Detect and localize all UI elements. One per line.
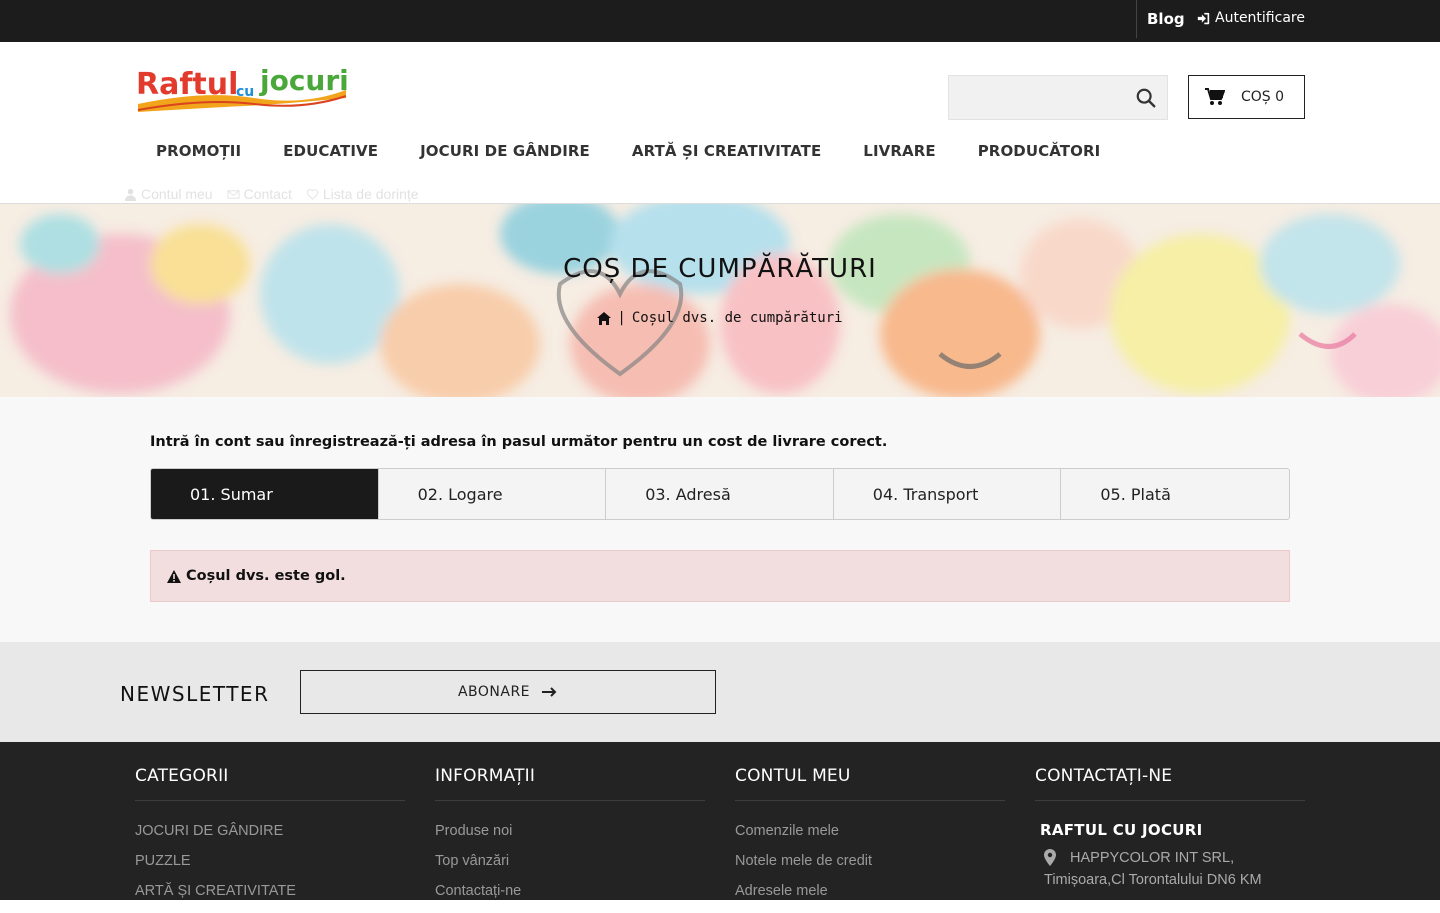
step-address[interactable]: 03. Adresă: [606, 469, 834, 519]
address-line-2: Timișoara,Cl Torontalului DN6 KM: [1044, 872, 1262, 888]
step-summary[interactable]: 01. Sumar: [151, 469, 379, 519]
topbar-divider: [1136, 0, 1137, 38]
user-icon: [124, 188, 137, 201]
breadcrumb: | Coșul dvs. de cumpărături: [0, 310, 1440, 326]
footer-link[interactable]: ARTĂ ȘI CREATIVITATE: [135, 883, 405, 913]
arrow-right-icon: [542, 687, 557, 697]
footer: CATEGORII JOCURI DE GÂNDIRE PUZZLE ARTĂ …: [0, 742, 1440, 900]
banner-overlay: [0, 204, 1440, 397]
footer-contact-title: CONTACTAȚI-NE: [1035, 766, 1305, 801]
footer-link[interactable]: Notele mele de credit: [735, 853, 1005, 883]
nav-producatori[interactable]: PRODUCĂTORI: [978, 142, 1101, 160]
nav-educative[interactable]: EDUCATIVE: [283, 142, 378, 160]
footer-information-title: INFORMAȚII: [435, 766, 705, 801]
contact-link-label: Contact: [243, 186, 292, 202]
top-bar: Blog Autentificare: [0, 0, 1440, 42]
page-banner: COȘ DE CUMPĂRĂTURI | Coșul dvs. de cumpă…: [0, 204, 1440, 397]
blog-link[interactable]: Blog: [1147, 10, 1185, 28]
header: Raftul cu jocuri COȘ 0 PROMOȚII EDUCATIV…: [0, 42, 1440, 204]
page-title: COȘ DE CUMPĂRĂTURI: [563, 254, 877, 284]
footer-link[interactable]: Top vânzări: [435, 853, 705, 883]
nav-promotii[interactable]: PROMOȚII: [156, 142, 241, 160]
step-login[interactable]: 02. Logare: [379, 469, 607, 519]
sign-in-icon: [1197, 12, 1210, 24]
account-link[interactable]: Contul meu: [124, 186, 213, 202]
company-name: RAFTUL CU JOCURI: [1040, 821, 1203, 839]
secondary-links: Contul meu Contact Lista de dorințe: [124, 186, 419, 202]
empty-cart-alert: Coșul dvs. este gol.: [150, 550, 1290, 602]
nav-jocuri-de-gandire[interactable]: JOCURI DE GÂNDIRE: [420, 142, 590, 160]
login-link[interactable]: Autentificare: [1197, 10, 1305, 26]
cart-label: COȘ 0: [1241, 89, 1285, 105]
cart-content: Intră în cont sau înregistrează-ți adres…: [0, 397, 1440, 642]
warning-icon: [167, 569, 181, 583]
footer-link[interactable]: Contactați-ne: [435, 883, 705, 913]
footer-categories-title: CATEGORII: [135, 766, 405, 801]
map-marker-icon: [1044, 849, 1056, 866]
footer-link[interactable]: PUZZLE: [135, 853, 405, 883]
contact-link[interactable]: Contact: [227, 186, 292, 202]
company-address: HAPPYCOLOR INT SRL, Timișoara,Cl Toronta…: [1044, 847, 1305, 891]
envelope-icon: [227, 189, 240, 199]
heart-icon: [306, 188, 319, 200]
shopping-cart-icon: [1205, 88, 1225, 105]
search-input[interactable]: [949, 76, 1129, 119]
logo-text-cu: cu: [236, 84, 254, 100]
search-icon[interactable]: [1135, 87, 1157, 109]
nav-arta-si-creativitate[interactable]: ARTĂ ȘI CREATIVITATE: [632, 142, 821, 160]
checkout-steps: 01. Sumar 02. Logare 03. Adresă 04. Tran…: [150, 468, 1290, 520]
footer-categories: CATEGORII JOCURI DE GÂNDIRE PUZZLE ARTĂ …: [135, 766, 405, 913]
subscribe-button[interactable]: ABONARE: [300, 670, 716, 714]
footer-information: INFORMAȚII Produse noi Top vânzări Conta…: [435, 766, 705, 913]
footer-link[interactable]: Comenzile mele: [735, 823, 1005, 853]
footer-link[interactable]: Produse noi: [435, 823, 705, 853]
logo-text-jocuri: jocuri: [259, 64, 349, 97]
wishlist-link-label: Lista de dorințe: [322, 186, 419, 202]
newsletter-title: NEWSLETTER: [120, 682, 270, 706]
search-box: [948, 75, 1168, 120]
login-label: Autentificare: [1215, 10, 1305, 26]
newsletter-section: NEWSLETTER ABONARE: [0, 642, 1440, 742]
account-link-label: Contul meu: [141, 186, 213, 202]
nav-livrare[interactable]: LIVRARE: [863, 142, 935, 160]
breadcrumb-current: Coșul dvs. de cumpărături: [631, 310, 843, 326]
footer-link[interactable]: JOCURI DE GÂNDIRE: [135, 823, 405, 853]
subscribe-label: ABONARE: [457, 684, 531, 700]
footer-account-title: CONTUL MEU: [735, 766, 1005, 801]
step-payment[interactable]: 05. Plată: [1061, 469, 1289, 519]
footer-contact: CONTACTAȚI-NE RAFTUL CU JOCURI HAPPYCOLO…: [1035, 766, 1305, 891]
wishlist-link[interactable]: Lista de dorințe: [306, 186, 419, 202]
site-logo[interactable]: Raftul cu jocuri: [134, 60, 349, 116]
footer-link[interactable]: Adresele mele: [735, 883, 1005, 913]
home-icon[interactable]: [597, 311, 612, 325]
step-shipping[interactable]: 04. Transport: [834, 469, 1062, 519]
main-nav: PROMOȚII EDUCATIVE JOCURI DE GÂNDIRE ART…: [156, 142, 1142, 160]
empty-cart-message: Coșul dvs. este gol.: [186, 568, 346, 584]
logo-text-raftul: Raftul: [136, 67, 238, 102]
footer-account: CONTUL MEU Comenzile mele Notele mele de…: [735, 766, 1005, 913]
shipping-notice: Intră în cont sau înregistrează-ți adres…: [150, 434, 888, 450]
breadcrumb-separator: |: [617, 310, 626, 326]
cart-button[interactable]: COȘ 0: [1188, 75, 1305, 119]
address-line-1: HAPPYCOLOR INT SRL,: [1070, 850, 1235, 866]
